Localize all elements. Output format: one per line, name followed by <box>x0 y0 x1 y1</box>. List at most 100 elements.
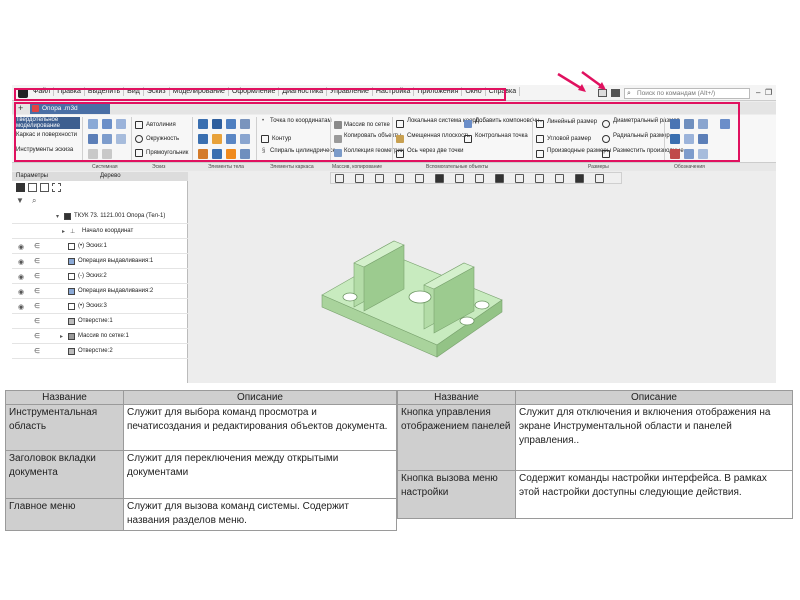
leader-icon[interactable] <box>684 119 694 129</box>
cmd-rectangle[interactable]: Прямоугольник <box>146 150 188 157</box>
base-icon[interactable] <box>670 134 680 144</box>
expand-icon[interactable]: ▸ <box>62 228 65 235</box>
orientation-icon[interactable] <box>415 174 424 183</box>
zoom-window-icon[interactable] <box>355 174 364 183</box>
tree-row-origin[interactable]: ▸ ⊥ Начало координат <box>12 224 188 239</box>
cut-line-icon[interactable] <box>670 149 680 159</box>
save-icon[interactable] <box>116 119 126 129</box>
loft-icon[interactable] <box>226 119 236 129</box>
document-tab[interactable]: Опора .m3d <box>30 103 110 114</box>
plus-icon[interactable]: + <box>18 103 23 113</box>
new-document-icon[interactable] <box>88 119 98 129</box>
tolerance-icon[interactable] <box>684 134 694 144</box>
rib-icon[interactable] <box>212 149 222 159</box>
visibility-icon[interactable]: ◉ <box>18 273 24 281</box>
pan-icon[interactable] <box>375 174 384 183</box>
tree-row-hole2[interactable]: ∈ Отверстие:2 <box>12 344 188 359</box>
tree-row-sketch1[interactable]: ◉ ∈ (•) Эскиз:1 <box>12 239 188 254</box>
tree-row-array[interactable]: ∈ ▸ Массив по сетке:1 <box>12 329 188 344</box>
tab-tree[interactable]: Дерево <box>100 173 121 179</box>
cmd-point-by-coords[interactable]: Точка по координатам <box>270 118 332 125</box>
expand-icon[interactable]: ▾ <box>56 213 59 220</box>
cmd-axis-two-points[interactable]: Ось через две точки <box>407 148 464 155</box>
extra-tool-icon[interactable] <box>720 119 730 129</box>
roughness-icon[interactable] <box>670 119 680 129</box>
cmd-contour[interactable]: Контур <box>272 136 291 143</box>
undo-icon[interactable] <box>88 149 98 159</box>
menu-view[interactable]: Вид <box>124 87 144 96</box>
shell-icon[interactable] <box>240 134 250 144</box>
include-icon[interactable]: ∈ <box>34 272 40 280</box>
cmd-radial-dim[interactable]: Радиальный размер <box>613 133 670 140</box>
expand-icon[interactable]: ▸ <box>60 333 63 340</box>
include-icon[interactable]: ∈ <box>34 242 40 250</box>
include-icon[interactable]: ∈ <box>34 332 40 340</box>
tree-mode-icon[interactable] <box>16 183 25 192</box>
minimize-icon[interactable]: – <box>756 88 760 97</box>
menu-select[interactable]: Выделить <box>85 87 125 96</box>
text-icon[interactable] <box>698 119 708 129</box>
cmd-local-cs[interactable]: Локальная система коорд... <box>407 118 484 125</box>
command-search-input[interactable]: ⌕ Поиск по командам (Alt+/) <box>624 88 750 99</box>
extrude-icon[interactable] <box>198 119 208 129</box>
hole-icon[interactable] <box>198 149 208 159</box>
display-mode-icon[interactable] <box>495 174 504 183</box>
include-icon[interactable]: ∈ <box>34 302 40 310</box>
print-icon[interactable] <box>88 134 98 144</box>
cmd-offset-plane[interactable]: Смещенная плоскость <box>407 133 470 140</box>
visibility-icon[interactable]: ◉ <box>18 243 24 251</box>
tree-row-extrude2[interactable]: ◉ ∈ Операция выдавливания:2 <box>12 284 188 299</box>
menu-diagnostics[interactable]: Диагностика <box>279 87 327 96</box>
open-icon[interactable] <box>102 119 112 129</box>
redo-icon[interactable] <box>102 149 112 159</box>
include-icon[interactable]: ∈ <box>34 347 40 355</box>
restore-icon[interactable]: ❐ <box>765 88 772 97</box>
category-wireframe-surfaces[interactable]: Каркас и поверхности <box>14 132 80 144</box>
view-arrow-icon[interactable] <box>684 149 694 159</box>
menu-edit[interactable]: Правка <box>54 87 85 96</box>
sweep-icon[interactable] <box>240 119 250 129</box>
cmd-angular-dim[interactable]: Угловой размер <box>547 136 591 143</box>
tree-search-icon[interactable]: ⌕ <box>32 196 36 206</box>
cmd-add-layout[interactable]: Добавить компоновочн... <box>475 118 544 125</box>
menu-design[interactable]: Оформление <box>229 87 280 96</box>
tree-filter-funnel-icon[interactable]: ▼ <box>16 196 24 205</box>
properties-icon[interactable] <box>102 134 112 144</box>
include-icon[interactable]: ∈ <box>34 287 40 295</box>
table-icon[interactable] <box>698 149 708 159</box>
tree-view-icon[interactable] <box>40 183 49 192</box>
show-hide-icon[interactable] <box>515 174 524 183</box>
thread-icon[interactable] <box>226 149 236 159</box>
menu-control[interactable]: Управление <box>327 87 373 96</box>
include-icon[interactable]: ∈ <box>34 317 40 325</box>
tree-row-sketch3[interactable]: ◉ ∈ (•) Эскиз:3 <box>12 299 188 314</box>
menu-help[interactable]: Справка <box>486 87 521 96</box>
menu-modeling[interactable]: Моделирование <box>170 87 229 96</box>
cmd-linear-dim[interactable]: Линейный размер <box>547 119 597 126</box>
menu-window[interactable]: Окно <box>462 87 486 96</box>
fillet-icon[interactable] <box>212 134 222 144</box>
include-icon[interactable]: ∈ <box>34 257 40 265</box>
perspective-icon[interactable] <box>455 174 464 183</box>
mark-icon[interactable] <box>698 134 708 144</box>
category-solid-modeling[interactable]: Твердотельное моделирование <box>14 117 80 129</box>
tab-parameters[interactable]: Параметры <box>16 173 48 179</box>
grid-icon[interactable] <box>535 174 544 183</box>
menu-sketch[interactable]: Эскиз <box>144 87 170 96</box>
cmd-circle[interactable]: Окружность <box>146 136 179 143</box>
cmd-grid-array[interactable]: Массив по сетке <box>344 122 390 129</box>
visibility-icon[interactable]: ◉ <box>18 303 24 311</box>
menu-apps[interactable]: Приложения <box>414 87 463 96</box>
section-icon[interactable] <box>475 174 484 183</box>
layers-icon[interactable] <box>116 134 126 144</box>
tree-row-sketch2[interactable]: ◉ ∈ (-) Эскиз:2 <box>12 269 188 284</box>
brush-icon[interactable] <box>595 174 604 183</box>
cmd-autoline[interactable]: Автолиния <box>146 122 176 129</box>
category-sketch-tools[interactable]: Инструменты эскиза <box>14 147 80 159</box>
shading-icon[interactable] <box>435 174 444 183</box>
tree-expand-icon[interactable] <box>52 183 61 192</box>
visibility-icon[interactable]: ◉ <box>18 288 24 296</box>
cut-extrude-icon[interactable] <box>198 134 208 144</box>
bracket-3d-model[interactable] <box>312 225 522 375</box>
chamfer-icon[interactable] <box>226 134 236 144</box>
